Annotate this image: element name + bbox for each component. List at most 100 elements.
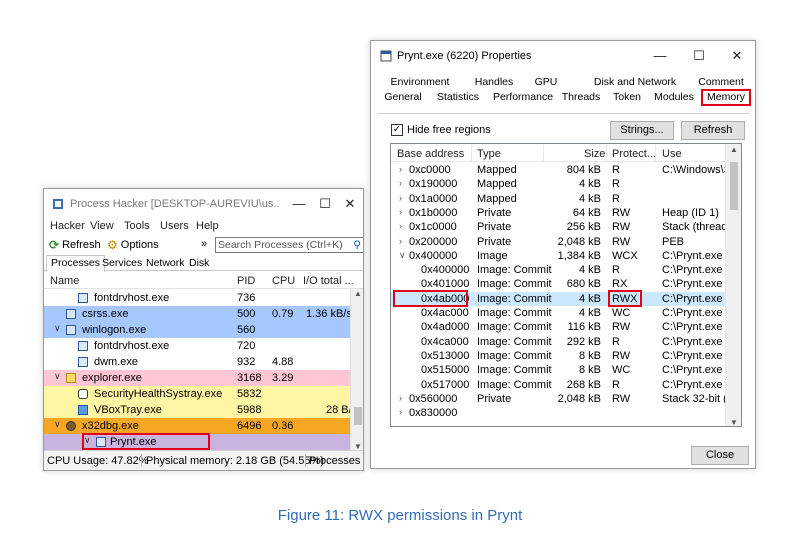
menu-hacker[interactable]: Hacker xyxy=(50,220,85,232)
chevron-down-icon[interactable]: ∨ xyxy=(54,323,61,334)
chevron-right-icon[interactable]: › xyxy=(399,407,402,417)
toolbar-overflow-button[interactable]: » xyxy=(201,238,207,250)
column-separator xyxy=(655,145,656,161)
tab-performance[interactable]: Performance xyxy=(489,91,557,103)
tab-disk-and-network[interactable]: Disk and Network xyxy=(585,76,685,88)
column-use[interactable]: Use xyxy=(662,148,682,160)
process-row[interactable]: fontdrvhost.exe 720 xyxy=(44,338,350,354)
maximize-icon[interactable]: ☐ xyxy=(688,46,710,66)
chevron-down-icon[interactable]: ∨ xyxy=(54,371,61,382)
tab-processes[interactable]: Processes xyxy=(46,255,106,272)
menu-users[interactable]: Users xyxy=(160,220,189,232)
tab-general[interactable]: General xyxy=(379,91,427,103)
chevron-right-icon[interactable]: › xyxy=(399,164,402,174)
menu-tools[interactable]: Tools xyxy=(124,220,150,232)
tab-network[interactable]: Network xyxy=(142,256,189,271)
process-row[interactable]: ∨ x32dbg.exe 6496 0.36 xyxy=(44,418,350,434)
process-row[interactable]: ∨ explorer.exe 3168 3.29 xyxy=(44,370,350,386)
scroll-thumb[interactable] xyxy=(354,407,362,425)
memory-row[interactable]: 0x4ca000 Image: Commit 292 kB R C:\Prynt.exe xyxy=(391,335,727,349)
column-protection[interactable]: Protect... xyxy=(612,148,656,160)
column-type[interactable]: Type xyxy=(477,148,501,160)
memory-use: C:\Prynt.exe xyxy=(662,249,723,262)
memory-size: 2,048 kB xyxy=(557,235,601,248)
process-row[interactable]: fontdrvhost.exe 736 xyxy=(44,290,350,306)
tab-modules[interactable]: Modules xyxy=(650,91,698,103)
column-cpu[interactable]: CPU xyxy=(272,275,295,287)
memory-row[interactable]: ∨ 0x400000 Image 1,384 kB WCX C:\Prynt.exe xyxy=(391,249,727,263)
scroll-up-icon[interactable]: ▲ xyxy=(354,289,362,298)
column-name[interactable]: Name xyxy=(50,275,79,287)
hide-free-regions-checkbox[interactable]: ✓ xyxy=(391,124,403,136)
close-icon[interactable]: ✕ xyxy=(726,46,748,66)
memory-row[interactable]: › 0x830000 xyxy=(391,406,727,420)
chevron-right-icon[interactable]: › xyxy=(399,236,402,246)
column-size[interactable]: Size xyxy=(584,148,605,160)
maximize-icon[interactable]: ☐ xyxy=(314,194,336,214)
memory-row[interactable]: › 0x200000 Private 2,048 kB RW PEB xyxy=(391,235,727,249)
minimize-icon[interactable]: — xyxy=(649,46,671,66)
memory-base-address: 0x401000 xyxy=(421,278,470,291)
properties-tabs-top: Environment Handles GPU Disk and Network… xyxy=(377,76,749,90)
tab-handles[interactable]: Handles xyxy=(465,76,523,88)
memory-row[interactable]: › 0x560000 Private 2,048 kB RW Stack 32-bit (… xyxy=(391,392,728,406)
memory-row[interactable]: 0x400000 Image: Commit 4 kB R C:\Prynt.exe xyxy=(391,263,727,277)
chevron-right-icon[interactable]: › xyxy=(399,178,402,188)
scroll-down-icon[interactable]: ▼ xyxy=(730,418,738,426)
tab-threads[interactable]: Threads xyxy=(561,91,601,103)
process-name: winlogon.exe xyxy=(82,324,147,336)
chevron-down-icon[interactable]: ∨ xyxy=(54,419,61,430)
search-input[interactable]: Search Processes (Ctrl+K) ⚲ xyxy=(215,237,363,253)
close-icon[interactable]: ✕ xyxy=(339,194,361,214)
strings-button[interactable]: Strings... xyxy=(610,121,674,140)
process-row[interactable]: dwm.exe 932 4.88 xyxy=(44,354,350,370)
tab-comment[interactable]: Comment xyxy=(691,76,751,88)
process-list-vscroll[interactable]: ▲ ▼ xyxy=(350,289,363,451)
highlight-box-address xyxy=(393,290,468,307)
tab-disk[interactable]: Disk xyxy=(185,256,213,271)
options-button[interactable]: ⚙ Options xyxy=(107,238,159,252)
memory-row[interactable]: › 0x1b0000 Private 64 kB RW Heap (ID 1) xyxy=(391,206,727,220)
memory-row[interactable]: › 0x190000 Mapped 4 kB R xyxy=(391,177,727,191)
tab-memory[interactable]: Memory xyxy=(701,89,751,106)
memory-row[interactable]: 0x517000 Image: Commit 268 kB R C:\Prynt.exe xyxy=(391,378,727,392)
memory-use: Stack 32-bit (thr xyxy=(662,392,728,405)
chevron-down-icon[interactable]: ∨ xyxy=(399,250,406,261)
menu-help[interactable]: Help xyxy=(196,220,219,232)
memory-row[interactable]: › 0x1a0000 Mapped 4 kB R xyxy=(391,192,727,206)
process-row[interactable]: SecurityHealthSystray.exe 5832 xyxy=(44,386,350,402)
tab-services[interactable]: Services xyxy=(98,256,146,271)
memory-size: 804 kB xyxy=(566,164,601,176)
refresh-button[interactable]: Refresh xyxy=(681,121,745,140)
process-row[interactable]: ∨ winlogon.exe 560 xyxy=(44,322,350,338)
scroll-thumb[interactable] xyxy=(730,162,738,210)
memory-row[interactable]: 0x515000 Image: Commit 8 kB WC C:\Prynt.exe xyxy=(391,363,727,377)
tab-gpu[interactable]: GPU xyxy=(529,76,563,88)
close-button[interactable]: Close xyxy=(691,446,749,465)
memory-row[interactable]: 0x4ad000 Image: Commit 116 kB RW C:\Prynt.ex… xyxy=(391,320,727,334)
tab-token[interactable]: Token xyxy=(609,91,645,103)
memory-row[interactable]: › 0x1c0000 Private 256 kB RW Stack (thread 3 xyxy=(391,220,728,234)
memory-row[interactable]: › 0xc0000 Mapped 804 kB R C:\Windows\Sys xyxy=(391,163,728,177)
chevron-right-icon[interactable]: › xyxy=(399,207,402,217)
column-io-total[interactable]: I/O total ... xyxy=(303,275,354,287)
column-base-address[interactable]: Base address xyxy=(397,148,464,160)
memory-row[interactable]: 0x4ac000 Image: Commit 4 kB WC C:\Prynt.exe xyxy=(391,306,727,320)
minimize-icon[interactable]: — xyxy=(288,194,310,214)
chevron-right-icon[interactable]: › xyxy=(399,393,402,403)
tab-environment[interactable]: Environment xyxy=(379,76,461,88)
scroll-up-icon[interactable]: ▲ xyxy=(730,145,738,154)
tab-statistics[interactable]: Statistics xyxy=(432,91,484,103)
column-separator xyxy=(471,145,472,161)
refresh-button[interactable]: ⟳ Refresh xyxy=(49,238,101,252)
memory-use: C:\Prynt.exe xyxy=(662,278,723,291)
window-icon xyxy=(78,341,88,351)
column-pid[interactable]: PID xyxy=(237,275,255,287)
memory-table-vscroll[interactable]: ▲ ▼ xyxy=(725,144,741,426)
chevron-right-icon[interactable]: › xyxy=(399,221,402,231)
process-row[interactable]: VBoxTray.exe 5988 28 B/ xyxy=(44,402,352,418)
menu-view[interactable]: View xyxy=(90,220,114,232)
chevron-right-icon[interactable]: › xyxy=(399,193,402,203)
process-row[interactable]: csrss.exe 500 0.79 1.36 kB/s xyxy=(44,306,352,322)
memory-row[interactable]: 0x513000 Image: Commit 8 kB RW C:\Prynt.exe xyxy=(391,349,727,363)
